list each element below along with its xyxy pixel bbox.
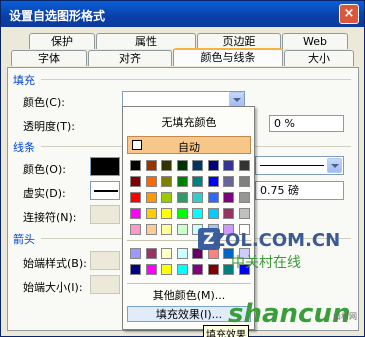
color-swatch[interactable] [207, 192, 219, 203]
color-swatch[interactable] [161, 264, 172, 275]
zol-cn-watermark: 中关村在线 [231, 255, 301, 271]
zol-watermark: ZOL.COM.CN [212, 230, 341, 251]
color-swatch[interactable] [161, 160, 172, 171]
automatic-color-option[interactable]: 自动 [127, 136, 251, 154]
line-weight-input[interactable]: 0.75 磅 [255, 181, 344, 200]
line-group-label: 线条 [13, 141, 35, 154]
color-swatch[interactable] [161, 208, 172, 219]
color-swatch[interactable] [145, 160, 157, 171]
color-swatch[interactable] [130, 176, 141, 187]
arrows-group-label: 箭头 [13, 233, 35, 246]
fill-divider [41, 79, 351, 80]
window-title: 设置自选图形格式 [9, 9, 106, 23]
popup-separator [127, 283, 251, 284]
start-size-select[interactable] [90, 275, 120, 294]
tab-web[interactable]: Web [282, 33, 348, 49]
no-fill-option[interactable]: 无填充颜色 [126, 114, 252, 130]
color-swatch[interactable] [176, 248, 188, 259]
start-style-select[interactable] [90, 251, 120, 270]
automatic-label: 自动 [178, 141, 200, 154]
tab-properties[interactable]: 属性 [96, 33, 196, 49]
color-swatch[interactable] [223, 208, 234, 219]
color-swatch[interactable] [238, 160, 250, 171]
fill-color-label: 颜色(C): [23, 96, 65, 109]
tab-colors-lines[interactable]: 颜色与线条 [173, 48, 283, 66]
line-color-label: 颜色(O): [23, 163, 66, 176]
line-style-select[interactable] [255, 156, 344, 175]
tab-protect[interactable]: 保护 [29, 33, 95, 49]
color-swatch[interactable] [176, 192, 188, 203]
tab-font[interactable]: 字体 [11, 50, 87, 66]
dash-select[interactable] [90, 181, 120, 200]
dash-sample-line [94, 190, 118, 192]
color-swatch[interactable] [161, 192, 172, 203]
color-swatch[interactable] [223, 176, 234, 187]
color-swatch[interactable] [130, 248, 141, 259]
color-swatch[interactable] [145, 264, 157, 275]
color-swatch[interactable] [176, 160, 188, 171]
tab-margins[interactable]: 页边距 [197, 33, 281, 49]
color-swatch[interactable] [145, 224, 157, 235]
start-style-label: 始端样式(B): [23, 257, 87, 270]
color-swatch[interactable] [192, 208, 203, 219]
close-button[interactable]: × [339, 4, 359, 24]
color-swatch[interactable] [192, 264, 203, 275]
color-swatch[interactable] [192, 160, 203, 171]
color-swatch[interactable] [145, 248, 157, 259]
chevron-down-icon[interactable] [327, 158, 342, 173]
color-swatch[interactable] [145, 176, 157, 187]
color-swatch[interactable] [207, 160, 219, 171]
dialog-window: 设置自选图形格式 × 保护 属性 页边距 Web 字体 对齐 颜色与线条 大小 … [0, 0, 365, 337]
color-swatch[interactable] [176, 176, 188, 187]
color-swatch[interactable] [207, 176, 219, 187]
connector-label: 连接符(N): [23, 211, 77, 224]
color-swatch[interactable] [145, 208, 157, 219]
tab-align[interactable]: 对齐 [88, 50, 172, 66]
color-swatch[interactable] [130, 264, 141, 275]
transparency-input[interactable]: 0 % [269, 115, 344, 132]
fill-group-label: 填充 [13, 74, 35, 87]
start-size-label: 始端大小(I): [23, 281, 83, 294]
color-picker-popup: 无填充颜色 自动 其他颜色(M)... 填充效果(I)... [122, 106, 255, 330]
color-swatch[interactable] [238, 176, 250, 187]
line-color-swatch[interactable] [90, 157, 120, 176]
color-swatch[interactable] [161, 176, 172, 187]
color-swatch[interactable] [238, 208, 250, 219]
color-swatch[interactable] [130, 192, 141, 203]
chevron-down-icon[interactable] [229, 92, 244, 107]
color-swatch[interactable] [192, 176, 203, 187]
color-swatch[interactable] [223, 192, 234, 203]
color-swatch[interactable] [161, 248, 172, 259]
transparency-label: 透明度(T): [23, 120, 76, 133]
color-swatch[interactable] [192, 192, 203, 203]
fill-effects-tooltip: 填充效果 [203, 325, 249, 337]
line-style-sample [260, 165, 324, 166]
color-swatch[interactable] [176, 224, 188, 235]
color-swatch[interactable] [130, 208, 141, 219]
color-swatch[interactable] [238, 192, 250, 203]
title-bar[interactable]: 设置自选图形格式 × [1, 1, 364, 27]
connector-select[interactable] [90, 205, 120, 224]
color-swatch[interactable] [130, 224, 141, 235]
color-swatch[interactable] [207, 264, 219, 275]
shancun-small-watermark: 山村网 [333, 312, 357, 321]
color-swatch[interactable] [223, 160, 234, 171]
color-swatch[interactable] [145, 192, 157, 203]
color-swatch[interactable] [176, 208, 188, 219]
tab-size[interactable]: 大小 [284, 50, 354, 66]
color-swatch[interactable] [176, 264, 188, 275]
color-swatch[interactable] [130, 160, 141, 171]
color-swatch[interactable] [207, 208, 219, 219]
dash-label: 虚实(D): [23, 187, 66, 200]
color-swatch[interactable] [161, 224, 172, 235]
